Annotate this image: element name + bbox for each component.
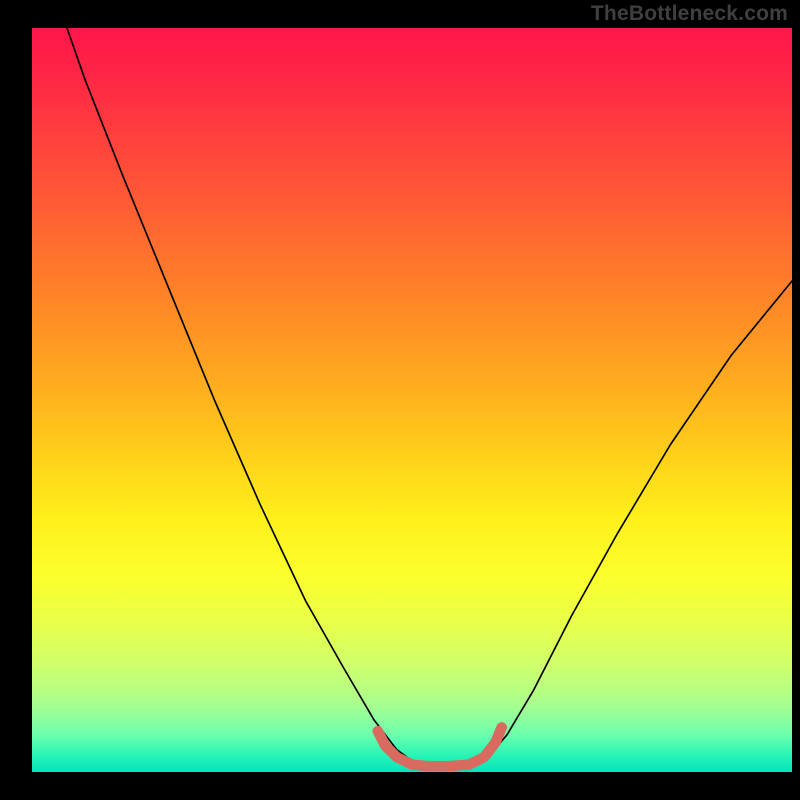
curve-layer bbox=[32, 28, 792, 772]
plot-area bbox=[32, 28, 792, 772]
attribution-watermark: TheBottleneck.com bbox=[591, 2, 788, 26]
bottleneck-curve bbox=[67, 28, 792, 766]
chart-frame: TheBottleneck.com bbox=[0, 0, 800, 800]
trough-highlight bbox=[378, 727, 502, 766]
